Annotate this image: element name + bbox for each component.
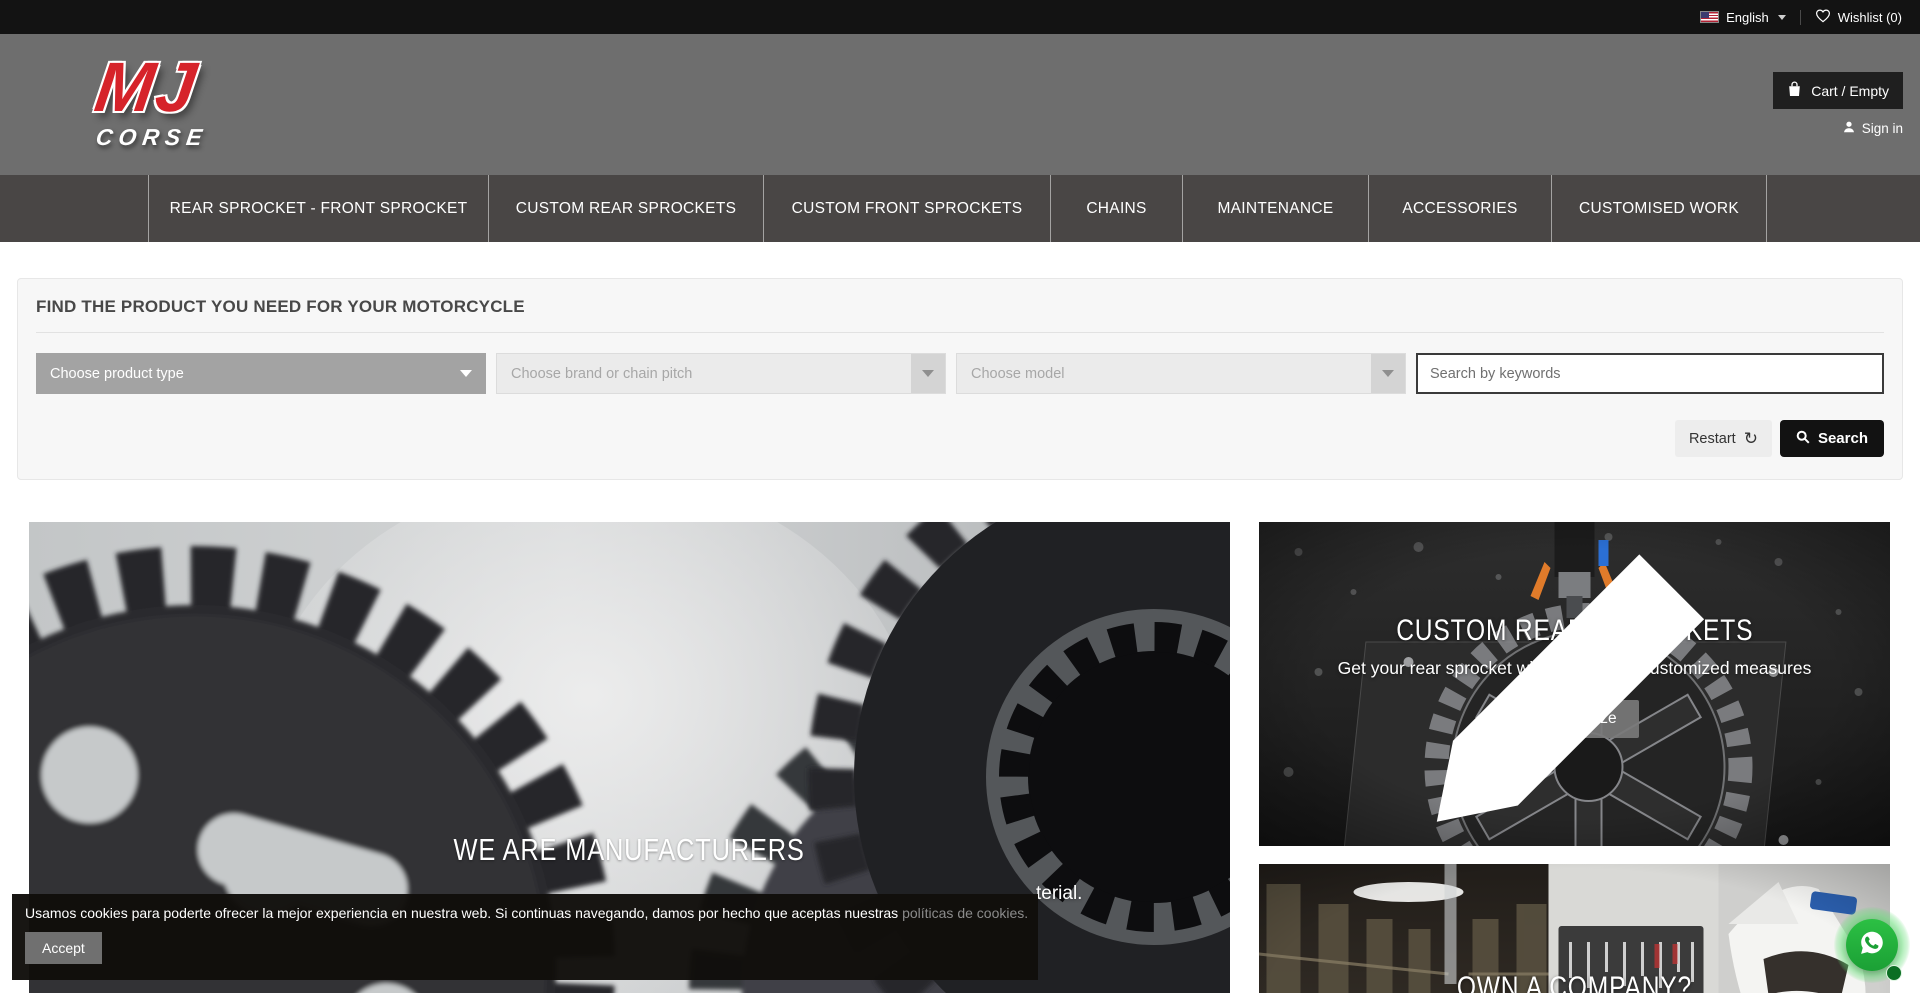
main-nav: REAR SPROCKET - FRONT SPROCKET CUSTOM RE…	[0, 175, 1920, 242]
finder-divider	[36, 332, 1884, 333]
hero-subtitle-fragment: terial.	[1036, 883, 1082, 905]
cart-button[interactable]: Cart / Empty	[1773, 72, 1903, 109]
search-button[interactable]: Search	[1780, 420, 1884, 457]
search-label: Search	[1818, 430, 1868, 447]
wishlist-label: Wishlist (0)	[1838, 10, 1902, 25]
whatsapp-icon	[1857, 928, 1887, 963]
own-a-company-card[interactable]: OWN A COMPANY?	[1259, 864, 1890, 993]
restart-button[interactable]: Restart ↻	[1675, 420, 1772, 457]
model-select[interactable]: Choose model	[956, 353, 1406, 394]
promo-card-title: OWN A COMPANY?	[1259, 971, 1890, 993]
sign-in-label: Sign in	[1862, 121, 1903, 136]
cart-label: Cart / Empty	[1811, 83, 1889, 99]
sign-in-link[interactable]: Sign in	[1842, 120, 1903, 137]
caret-box	[1371, 354, 1405, 393]
product-type-selected: Choose product type	[50, 366, 184, 382]
custom-rear-sprockets-card[interactable]: CUSTOM REAR SPROCKETS Get your rear spro…	[1259, 522, 1890, 846]
cookie-accept-button[interactable]: Accept	[25, 932, 102, 964]
language-selector[interactable]: English	[1700, 10, 1786, 25]
brand-selected: Choose brand or chain pitch	[511, 366, 692, 382]
finder-title: FIND THE PRODUCT YOU NEED FOR YOUR MOTOR…	[36, 297, 1884, 317]
us-flag-icon	[1700, 11, 1719, 23]
logo-text-corse: CORSE	[94, 124, 210, 151]
user-icon	[1842, 120, 1856, 137]
refresh-icon: ↻	[1744, 430, 1758, 447]
whatsapp-button[interactable]	[1846, 919, 1898, 971]
nav-item-chains[interactable]: CHAINS	[1051, 175, 1183, 242]
hero-title: WE ARE MANUFACTURERS	[29, 832, 1230, 868]
logo-text-mj: MJ	[91, 54, 202, 121]
topbar: English Wishlist (0)	[0, 0, 1920, 34]
product-finder-panel: FIND THE PRODUCT YOU NEED FOR YOUR MOTOR…	[17, 278, 1903, 480]
model-selected: Choose model	[971, 366, 1065, 382]
chevron-down-icon	[1778, 15, 1786, 20]
site-logo[interactable]: MJ CORSE	[96, 54, 208, 151]
caret-down-icon	[460, 370, 472, 377]
nav-item-custom-rear-sprockets[interactable]: CUSTOM REAR SPROCKETS	[489, 175, 764, 242]
wishlist-link[interactable]: Wishlist (0)	[1815, 8, 1902, 26]
product-type-select[interactable]: Choose product type	[36, 353, 486, 394]
caret-down-icon	[1382, 370, 1394, 377]
nav-item-maintenance[interactable]: MAINTENANCE	[1183, 175, 1369, 242]
nav-item-customised-work[interactable]: CUSTOMISED WORK	[1552, 175, 1767, 242]
brand-select[interactable]: Choose brand or chain pitch	[496, 353, 946, 394]
caret-down-icon	[922, 370, 934, 377]
header: MJ CORSE Cart / Empty Sign in	[0, 34, 1920, 175]
whatsapp-status-dot	[1886, 965, 1902, 981]
nav-item-custom-front-sprockets[interactable]: CUSTOM FRONT SPROCKETS	[764, 175, 1051, 242]
heart-icon	[1815, 8, 1831, 26]
nav-spacer	[0, 175, 149, 242]
search-icon	[1796, 430, 1810, 448]
cookie-policy-link[interactable]: políticas de cookies.	[902, 905, 1028, 921]
keywords-input[interactable]	[1416, 353, 1884, 394]
customize-button[interactable]: Customize	[1510, 700, 1638, 738]
cookie-banner: Usamos cookies para poderte ofrecer la m…	[12, 894, 1038, 980]
nav-item-rear-front-sprocket[interactable]: REAR SPROCKET - FRONT SPROCKET	[149, 175, 489, 242]
language-label: English	[1726, 10, 1769, 25]
shopping-bag-icon	[1787, 81, 1802, 100]
topbar-divider	[1800, 10, 1801, 25]
cookie-message: Usamos cookies para poderte ofrecer la m…	[25, 905, 1025, 921]
nav-item-accessories[interactable]: ACCESSORIES	[1369, 175, 1552, 242]
restart-label: Restart	[1689, 431, 1736, 447]
caret-box	[911, 354, 945, 393]
